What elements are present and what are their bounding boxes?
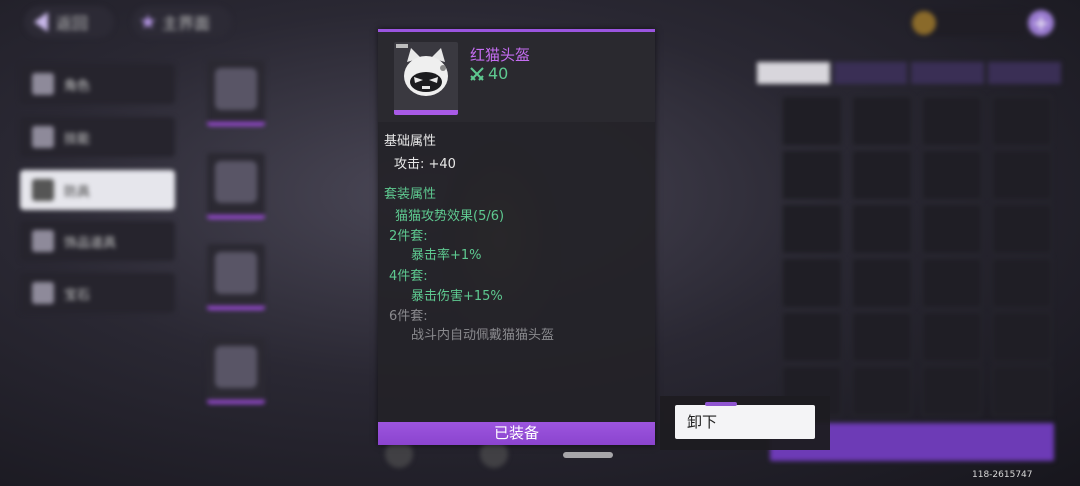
inventory-slot[interactable] <box>992 204 1052 254</box>
inventory-slot[interactable] <box>782 204 842 254</box>
inventory-slot[interactable] <box>852 96 912 146</box>
inventory-slot[interactable] <box>852 312 912 362</box>
equip-slot-feet[interactable] <box>207 338 265 404</box>
star-icon <box>140 14 156 29</box>
inventory-slot[interactable] <box>992 150 1052 200</box>
inventory-slot[interactable] <box>782 312 842 362</box>
attack-value: 40 <box>488 64 509 83</box>
sidebar-item-label: 宝石 <box>64 287 91 303</box>
unequip-label: 卸下 <box>687 413 718 431</box>
inventory-tab[interactable] <box>911 62 984 84</box>
sidebar-item-label: 角色 <box>64 78 91 94</box>
version-text: 118-2615747 <box>972 470 1033 480</box>
inventory-slot[interactable] <box>852 150 912 200</box>
attack-stat: 40 <box>470 64 508 83</box>
slot-item-icon <box>215 161 257 203</box>
sidebar-item-accessories[interactable]: 饰品道具 <box>20 221 175 261</box>
sidebar-item-gems[interactable]: 宝石 <box>20 273 175 313</box>
set-2-effect: 暴击率+1% <box>411 248 482 263</box>
set-2-label: 2件套: <box>389 229 428 244</box>
set-name: 猫猫攻势效果(5/6) <box>395 209 505 224</box>
sidebar-item-label: 技能 <box>64 131 91 147</box>
gem-icon <box>32 282 54 304</box>
main-menu-label: 主界面 <box>162 14 211 33</box>
equip-slot-head[interactable] <box>207 60 265 126</box>
tooltip-header: 红猫头盔 40 <box>378 32 655 122</box>
slot-item-icon <box>215 346 257 388</box>
inventory-slot[interactable] <box>782 96 842 146</box>
inventory-slot[interactable] <box>922 204 982 254</box>
set-4-label: 4件套: <box>389 269 428 284</box>
sidebar-item-character[interactable]: 角色 <box>20 64 175 104</box>
inventory-slot[interactable] <box>922 312 982 362</box>
item-icon-frame <box>394 42 458 115</box>
unequip-button[interactable]: 卸下 <box>675 402 815 439</box>
inventory-tab[interactable] <box>834 62 907 84</box>
set-6-effect: 战斗内自动佩戴猫猫头盔 <box>411 328 555 343</box>
armor-icon <box>32 179 54 201</box>
inventory-slot[interactable] <box>992 312 1052 362</box>
skill-icon <box>32 126 54 148</box>
sidebar-item-skills[interactable]: 技能 <box>20 117 175 157</box>
inventory-slot[interactable] <box>922 366 982 416</box>
back-button[interactable]: 返回 <box>24 6 114 38</box>
inventory-slot[interactable] <box>782 150 842 200</box>
equipped-status-bar: 已装备 <box>378 422 655 445</box>
set-4-effect: 暴击伤害+15% <box>411 289 503 304</box>
slot-item-icon <box>215 68 257 110</box>
sidebar-item-label: 防具 <box>64 184 91 200</box>
currency-bar <box>910 10 1030 36</box>
inventory-slot[interactable] <box>852 258 912 308</box>
add-currency-button[interactable]: + <box>1028 10 1054 36</box>
coin-icon <box>912 11 936 35</box>
inventory-slot[interactable] <box>852 366 912 416</box>
item-tooltip: 红猫头盔 40 基础属性 攻击: +40 套装属性 猫猫攻势效果(5/6) 2件… <box>378 29 655 445</box>
back-label: 返回 <box>56 14 89 33</box>
character-icon <box>32 73 54 95</box>
inventory-slot[interactable] <box>922 258 982 308</box>
accessory-icon <box>32 230 54 252</box>
slot-item-icon <box>215 252 257 294</box>
main-menu-button[interactable]: 主界面 <box>132 6 232 38</box>
button-accent <box>705 402 737 406</box>
equip-slot-legs[interactable] <box>207 244 265 310</box>
back-arrow-icon <box>34 12 48 32</box>
cat-helmet-icon <box>404 48 448 96</box>
set-attr-title: 套装属性 <box>384 187 437 202</box>
inventory-slot[interactable] <box>852 204 912 254</box>
inventory-tab[interactable] <box>988 62 1061 84</box>
inventory-slot[interactable] <box>782 258 842 308</box>
inventory-tab[interactable] <box>757 62 830 84</box>
sidebar-item-armor[interactable]: 防具 <box>20 170 175 210</box>
crossed-swords-icon <box>470 66 484 81</box>
drag-handle <box>563 452 613 458</box>
inventory-slot[interactable] <box>922 150 982 200</box>
item-name: 红猫头盔 <box>470 46 531 64</box>
equip-slot-body[interactable] <box>207 153 265 219</box>
sidebar-item-label: 饰品道具 <box>64 235 117 251</box>
base-attr-title: 基础属性 <box>384 134 437 149</box>
inventory-slot[interactable] <box>992 366 1052 416</box>
inventory-slot[interactable] <box>992 96 1052 146</box>
inventory-slot[interactable] <box>922 96 982 146</box>
inventory-slot[interactable] <box>992 258 1052 308</box>
base-attr-attack: 攻击: +40 <box>394 157 456 172</box>
set-6-label: 6件套: <box>389 309 428 324</box>
